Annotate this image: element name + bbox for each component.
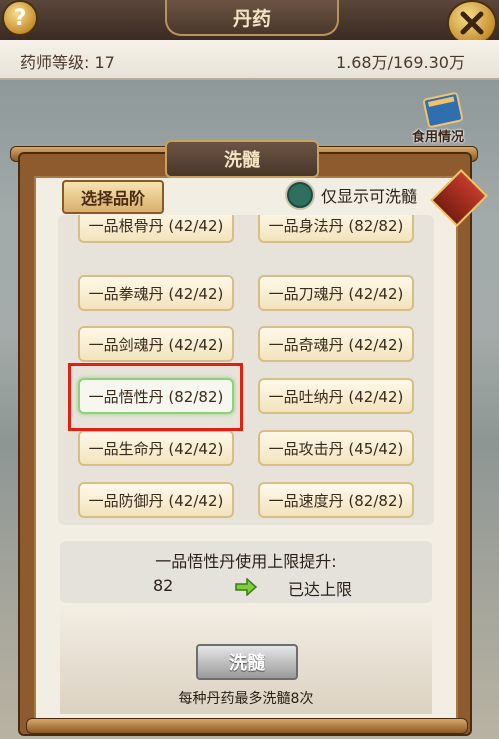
upgrade-title: 一品悟性丹使用上限提升: (155, 552, 337, 571)
wash-button[interactable]: 洗髓 (196, 644, 298, 680)
pill-item[interactable]: 一品攻击丹 (45/42) (258, 430, 414, 466)
usage-label: 食用情况 (412, 130, 465, 145)
pill-item[interactable]: 一品根骨丹 (42/42) (78, 215, 234, 243)
pill-item[interactable]: 一品吐纳丹 (42/42) (258, 378, 414, 414)
pill-item[interactable]: 一品拳魂丹 (42/42) (78, 275, 234, 311)
pill-item[interactable]: 一品身法丹 (82/82) (258, 215, 414, 243)
pill-item[interactable]: 一品剑魂丹 (42/42) (78, 326, 234, 362)
arrow-right-icon (235, 578, 258, 596)
book-icon (423, 92, 463, 128)
filter-toggle[interactable]: 仅显示可洗髓 (285, 180, 417, 210)
filter-radio[interactable] (285, 180, 315, 210)
page-title: 丹药 (165, 0, 339, 36)
pill-item[interactable]: 一品速度丹 (82/82) (258, 482, 414, 518)
modal-title: 洗髓 (165, 140, 319, 178)
pill-item[interactable]: 一品生命丹 (42/42) (78, 430, 234, 466)
pill-item[interactable]: 一品防御丹 (42/42) (78, 482, 234, 518)
filter-label: 仅显示可洗髓 (321, 187, 418, 206)
close-icon (460, 11, 484, 35)
max-reached-text: 已达上限 (288, 580, 353, 599)
current-limit: 82 (153, 576, 174, 595)
pill-item[interactable]: 一品刀魂丹 (42/42) (258, 275, 414, 311)
help-button[interactable]: ? (2, 0, 38, 36)
selection-highlight (68, 363, 243, 431)
select-grade-button[interactable]: 选择品阶 (62, 180, 164, 214)
pill-item[interactable]: 一品奇魂丹 (42/42) (258, 326, 414, 362)
scroll-rod-bottom (26, 718, 468, 734)
currency-display: 1.68万/169.30万 (335, 53, 465, 72)
wash-hint: 每种丹药最多洗髓8次 (178, 691, 314, 707)
pharmacist-level: 药师等级: 17 (20, 53, 115, 72)
